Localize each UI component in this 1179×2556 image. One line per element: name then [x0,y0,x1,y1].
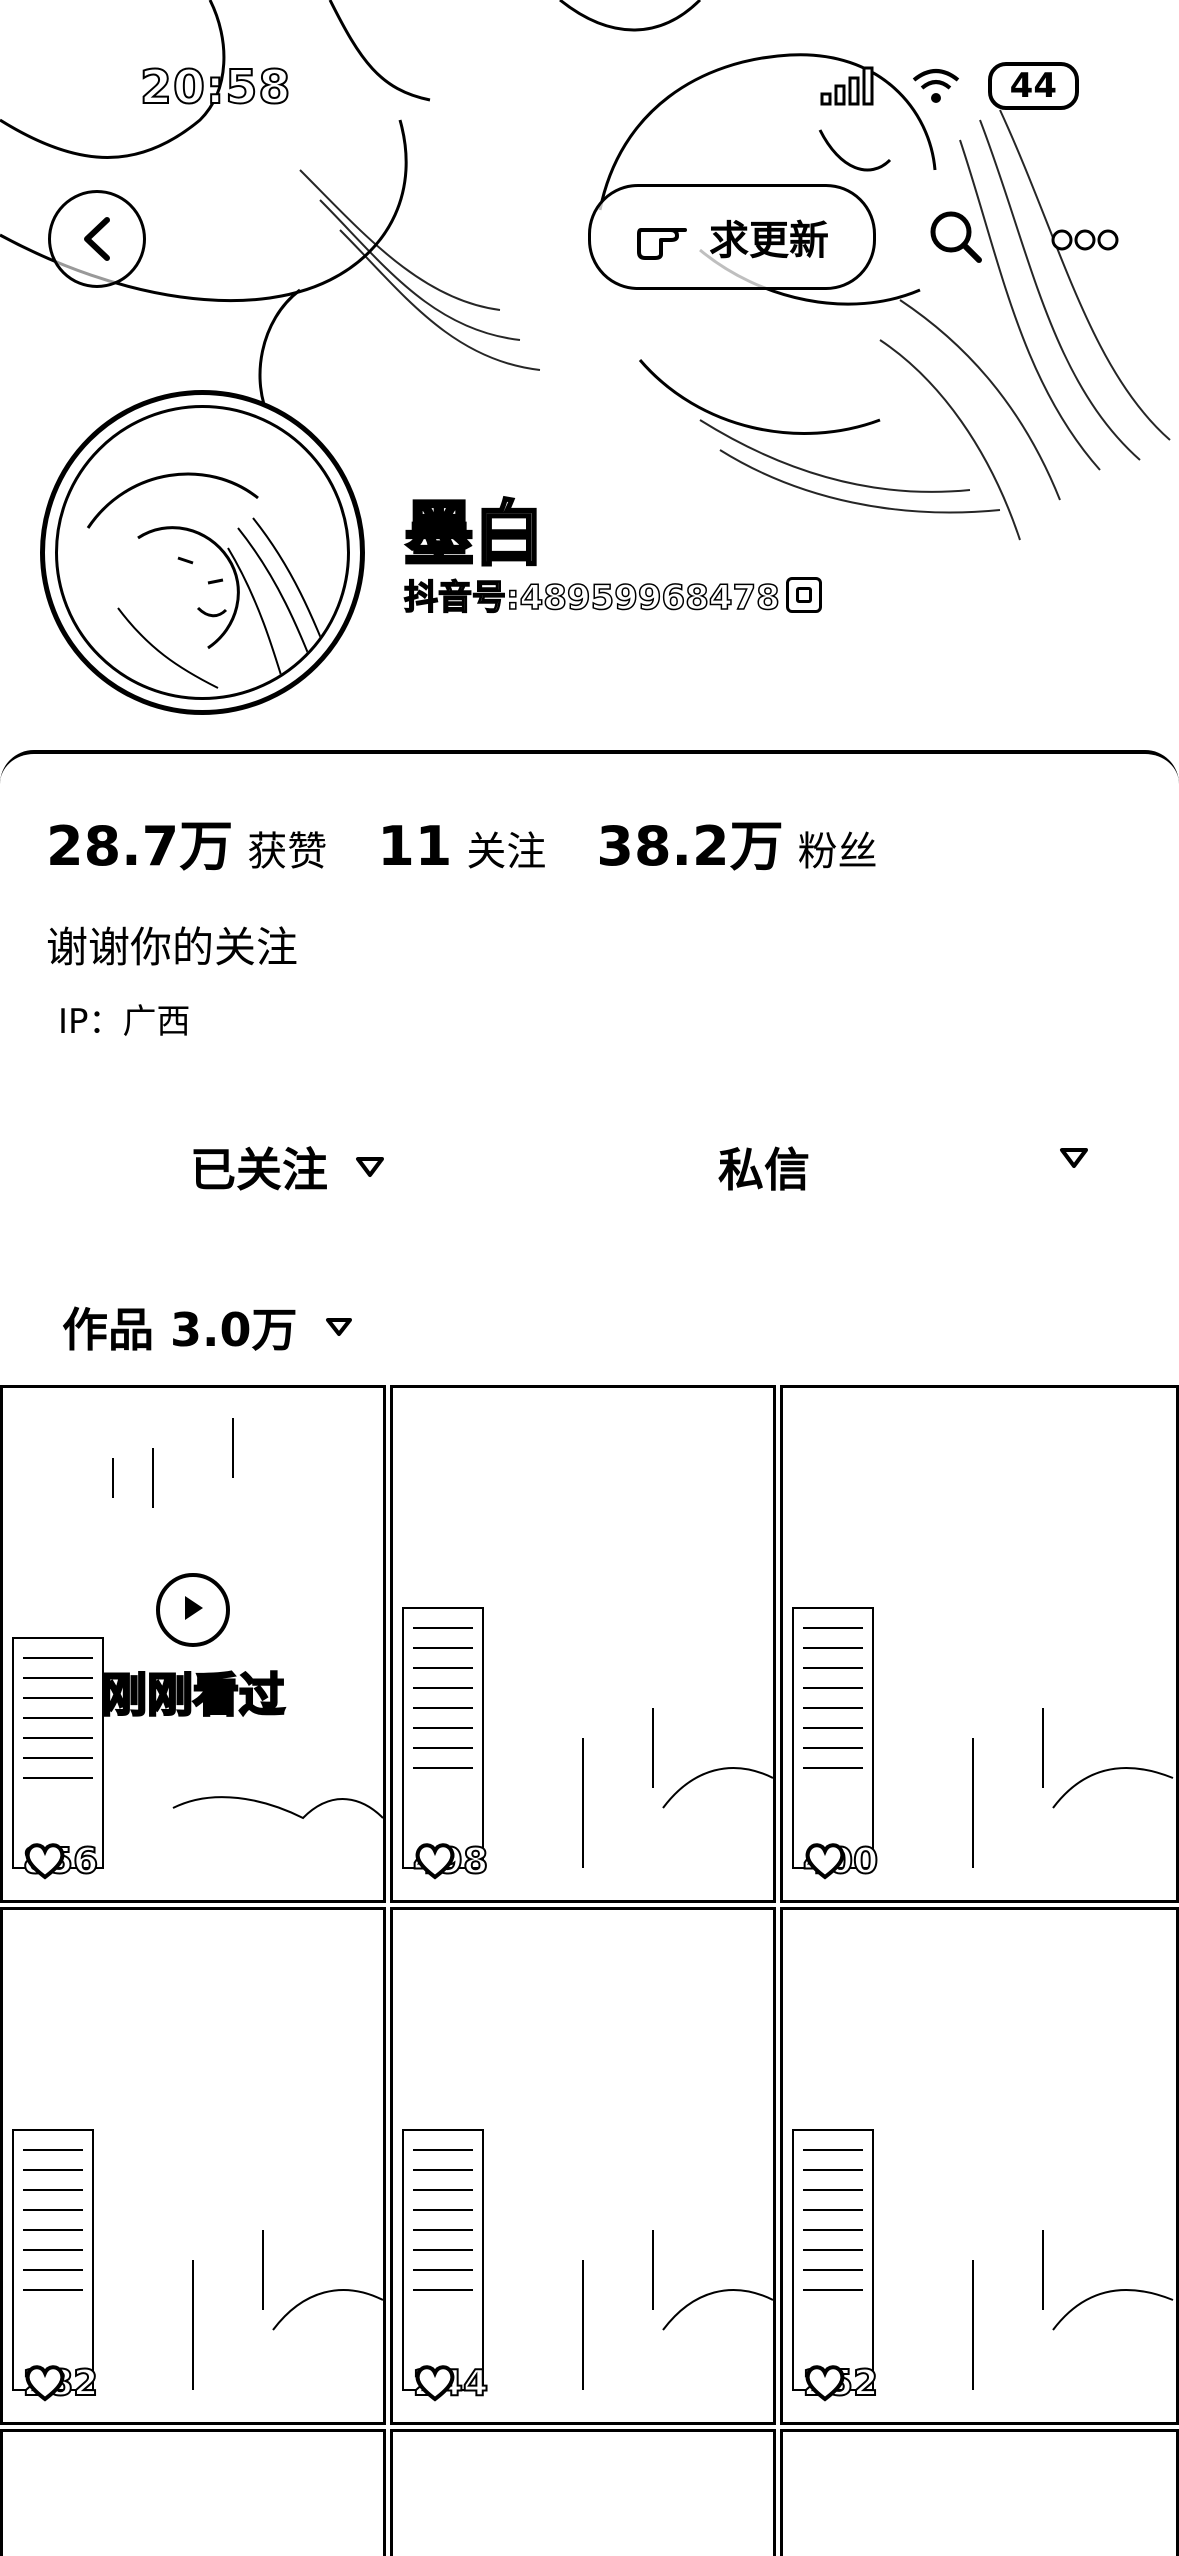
copy-icon[interactable] [785,576,822,613]
request-update-button[interactable]: 求更新 [588,184,876,290]
status-time: 20:58 [139,59,292,115]
more-dots-icon [1051,229,1119,251]
stat-value: 38.2万 [596,815,784,878]
video-thumbnail[interactable] [0,2429,386,2556]
caret-down-icon [325,1318,352,1336]
profile-card: 28.7万 获赞 11 关注 38.2万 粉丝 谢谢你的关注 IP：广西 已关注… [0,750,1179,1390]
thumbnail-scene [402,2129,773,2391]
video-thumbnail[interactable]: 400 [780,1385,1179,1903]
heart-icon [415,2365,455,2402]
followed-button[interactable]: 已关注 [190,1134,386,1200]
play-icon [156,1573,230,1647]
avatar-portrait-sketch [86,472,334,697]
search-icon [930,211,982,263]
video-thumbnail[interactable]: 498 [390,1385,776,1903]
likes-count: 282 [22,2362,99,2405]
video-thumbnail[interactable]: 244 [390,1907,776,2425]
username: 墨白 [403,492,546,577]
stat-label: 获赞 [247,829,328,875]
recently-watched-label: 刚刚看过 [100,1667,287,1724]
chevron-left-icon [84,217,110,261]
battery-indicator: 44 [987,62,1079,110]
avatar-image [55,405,350,700]
likes-count: 498 [412,1840,489,1883]
profile-stats: 28.7万 获赞 11 关注 38.2万 粉丝 [46,802,878,881]
heart-icon [25,1843,65,1880]
caret-down-icon [356,1157,384,1177]
stat-label: 关注 [466,829,547,875]
wifi-icon [912,69,959,103]
stat-value: 11 [377,815,453,878]
more-options-button[interactable] [1040,210,1130,270]
followed-label: 已关注 [190,1143,328,1197]
stat-label: 粉丝 [797,829,878,875]
video-thumbnail[interactable]: 刚刚看过 856 [0,1385,386,1903]
douyin-id: 抖音号:48959968478 [403,570,822,619]
stat-likes: 28.7万 获赞 [46,802,327,881]
heart-icon [805,1843,845,1880]
stat-value: 28.7万 [46,815,234,878]
caret-down-icon [1060,1148,1088,1168]
pointing-hand-icon [637,228,687,260]
thumbnail-scene [12,2129,383,2391]
thumbnail-scene [402,1607,773,1869]
works-tab-label: 作品 3.0万 [62,1303,298,1357]
profile-header: 20:58 44 求更新 墨白 抖音号:48959968478 [0,0,1179,760]
avatar[interactable] [40,390,365,715]
message-button[interactable]: 私信 [718,1134,810,1200]
thumbnail-scene [792,1607,1174,1869]
heart-icon [415,1843,455,1880]
douyin-id-text: 抖音号:48959968478 [403,577,780,619]
request-update-label: 求更新 [709,218,829,264]
video-grid: 刚刚看过 856 498 [0,1385,1179,2556]
cellular-signal-icon [820,66,874,106]
heart-icon [25,2365,65,2402]
video-thumbnail[interactable] [390,2429,776,2556]
video-thumbnail[interactable] [780,2429,1179,2556]
likes-count: 856 [22,1840,99,1883]
recently-watched-overlay: 刚刚看过 [3,1573,383,1725]
likes-count: 400 [802,1840,879,1883]
video-thumbnail[interactable]: 282 [0,1907,386,2425]
bio-text: 谢谢你的关注 [46,923,299,972]
stat-following[interactable]: 11 关注 [377,815,546,878]
thumbnail-scene [792,2129,1174,2391]
more-actions-dropdown[interactable] [1058,1146,1090,1174]
back-button[interactable] [48,190,146,288]
likes-count: 252 [802,2362,879,2405]
tab-works[interactable]: 作品 3.0万 [62,1294,354,1360]
status-icons: 44 [820,62,1079,110]
heart-icon [805,2365,845,2402]
stat-followers[interactable]: 38.2万 粉丝 [596,802,877,881]
likes-count: 244 [412,2362,489,2405]
search-button[interactable] [915,196,995,276]
video-thumbnail[interactable]: 252 [780,1907,1179,2425]
message-label: 私信 [718,1143,810,1197]
ip-location: IP：广西 [58,1002,191,1042]
